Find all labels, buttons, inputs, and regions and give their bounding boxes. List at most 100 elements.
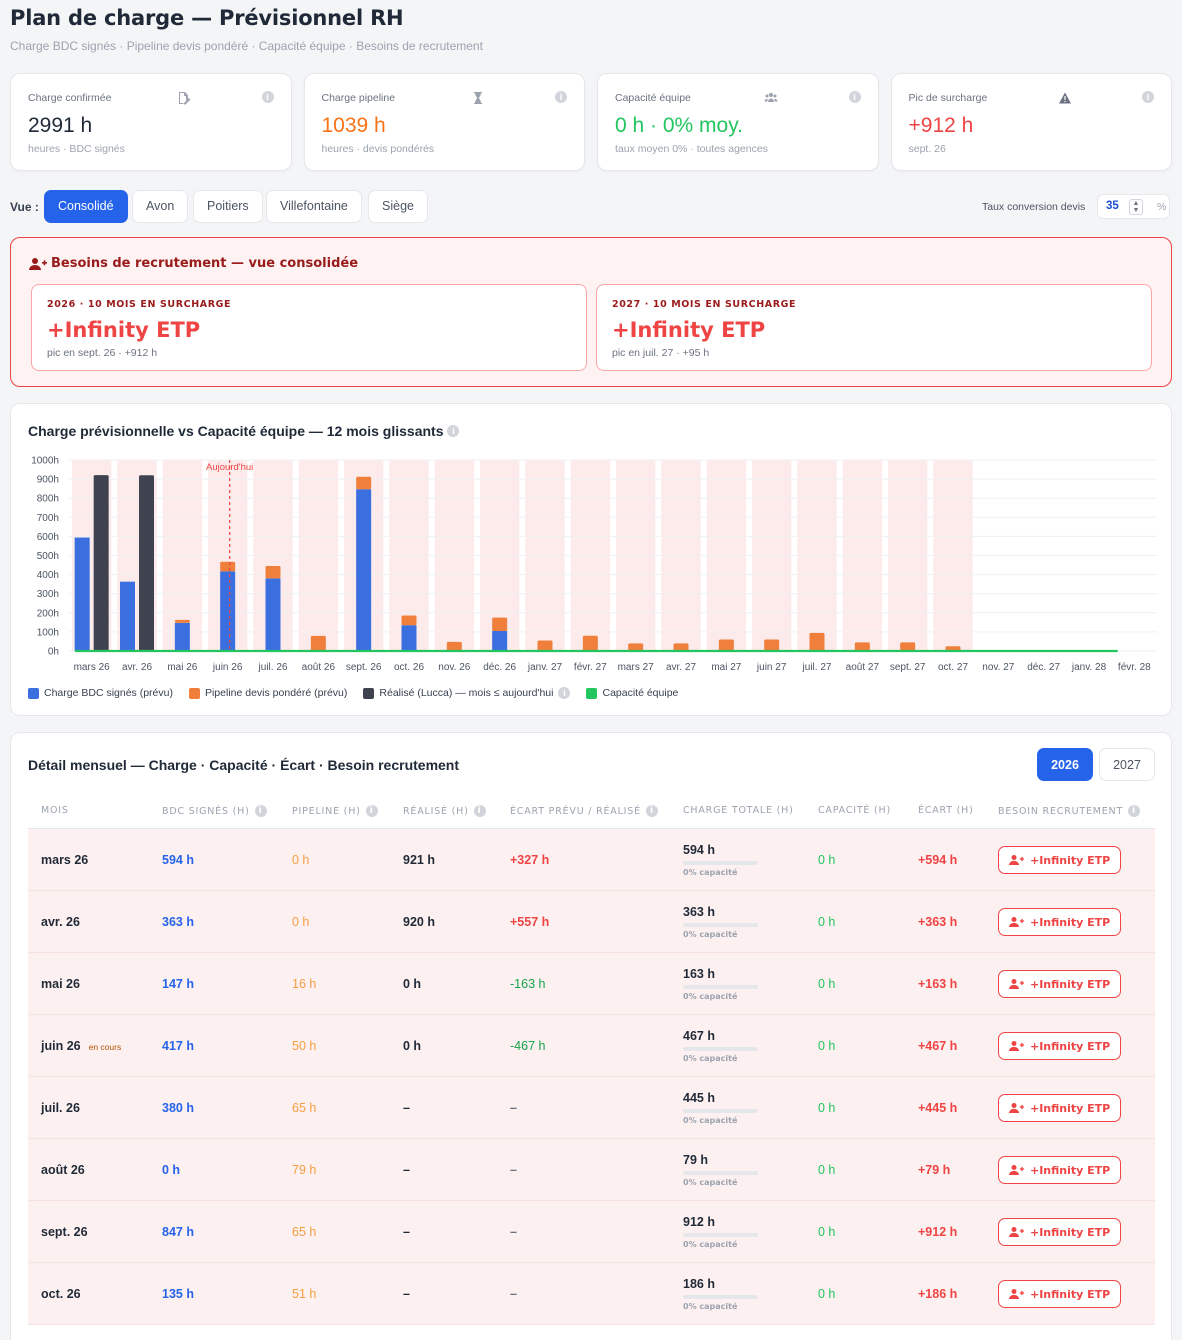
cell-charge-totale: 186 h 0% capacité [683,1277,758,1311]
cell-ecart: +445 h [918,1101,958,1115]
table-row[interactable]: sept. 26 847 h 65 h – – 912 h 0% capacit… [28,1201,1155,1263]
user-plus-icon [1009,1227,1024,1237]
conversion-rate-unit: % [1157,201,1167,213]
kpi-label: Capacité équipe [615,92,691,104]
info-icon[interactable]: i [1128,805,1141,817]
info-icon[interactable]: i [254,805,267,817]
table-row[interactable]: août 26 0 h 79 h – – 79 h 0% capacité 0 … [28,1139,1155,1201]
bar-bdc [265,578,281,651]
view-tab-villefontaine[interactable]: Villefontaine [266,190,362,223]
legend-item[interactable]: Charge BDC signés (prévu) [28,687,173,699]
year-tab-2026[interactable]: 2026 [1037,748,1093,781]
col-header-ecart[interactable]: ÉCART (H) [918,805,974,816]
cell-capacite: 0 h [818,977,836,991]
col-header-label: CAPACITÉ (H) [818,805,892,816]
cell-mois: oct. 26 [41,1287,89,1301]
table-row[interactable]: juin 26 en cours 417 h 50 h 0 h -467 h 46… [28,1015,1155,1077]
y-tick-label: 300h [37,589,59,600]
recruitment-card-sub: pic en sept. 26 · +912 h [47,347,158,359]
legend-label: Capacité équipe [602,687,679,699]
col-header-ecart-prevu[interactable]: ÉCART PRÉVU / RÉALISÉ i [510,805,658,817]
info-icon[interactable]: i [365,805,378,817]
recruit-need-button[interactable]: +Infinity ETP [998,1156,1122,1184]
legend-label: Réalisé (Lucca) — mois ≤ aujourd'hui [379,687,554,699]
kpi-sub: heures · devis pondérés [321,143,435,155]
view-tab-avon[interactable]: Avon [132,190,189,223]
view-tab-consolide[interactable]: Consolidé [44,190,128,223]
col-header-charge-totale[interactable]: CHARGE TOTALE (H) [683,805,794,816]
hourglass-icon [473,92,482,104]
legend-swatch [28,687,39,699]
bar-pipeline [492,617,508,631]
col-header-pipeline[interactable]: PIPELINE (H) i [292,805,378,817]
bar-pipeline [809,632,825,651]
bar-bdc [74,537,90,651]
table-row[interactable]: avr. 26 363 h 0 h 920 h +557 h 363 h 0% … [28,891,1155,953]
legend-item[interactable]: Réalisé (Lucca) — mois ≤ aujourd'hui i [363,687,571,699]
capacity-progress-bar [683,1171,758,1175]
recruitment-title-text: Besoins de recrutement — vue consolidée [51,256,359,271]
table-row[interactable]: oct. 26 135 h 51 h – – 186 h 0% capacité… [28,1263,1155,1325]
col-header-besoin[interactable]: BESOIN RECRUTEMENT i [998,805,1141,817]
year-tab-2027[interactable]: 2027 [1099,748,1155,781]
cell-bdc: 363 h [162,915,194,929]
legend-item[interactable]: Pipeline devis pondéré (prévu) [188,687,347,699]
view-tab-poitiers[interactable]: Poitiers [193,190,263,223]
bar-pipeline [220,561,236,572]
cell-realise: – [403,1225,410,1239]
recruit-need-button[interactable]: +Infinity ETP [998,1280,1122,1308]
table-row[interactable]: mai 26 147 h 16 h 0 h -163 h 163 h 0% ca… [28,953,1155,1015]
info-icon[interactable]: i [558,687,571,699]
info-icon[interactable]: i [848,91,861,103]
kpi-sub: heures · BDC signés [28,143,125,155]
conversion-rate-value[interactable]: 35 [1106,200,1119,212]
recruit-need-button[interactable]: +Infinity ETP [998,1094,1122,1122]
info-icon[interactable]: i [261,91,274,103]
recruit-need-button[interactable]: +Infinity ETP [998,908,1122,936]
capacity-percent: 0% capacité [683,1302,738,1311]
cell-ecart-prevu-realise: – [510,1225,517,1239]
info-icon[interactable]: i [473,805,486,817]
x-tick-label: juil. 27 [802,662,832,673]
legend-item[interactable]: Capacité équipe [586,687,678,699]
col-header-realise[interactable]: RÉALISÉ (H) i [403,805,486,817]
table-header: MOIS BDC SIGNÉS (H) i PIPELINE (H) i RÉALI… [28,791,1155,829]
recruit-need-button[interactable]: +Infinity ETP [998,1032,1122,1060]
x-tick-label: nov. 26 [438,662,470,673]
cell-ecart-prevu-realise: -467 h [510,1039,546,1053]
table-row[interactable]: juil. 26 380 h 65 h – – 445 h 0% capacit… [28,1077,1155,1139]
recruit-need-button[interactable]: +Infinity ETP [998,1218,1122,1246]
month-label: avr. 26 [41,915,80,929]
bar-pipeline [356,476,372,490]
conversion-rate-input[interactable]: 35 ▲ ▼ % [1097,194,1170,219]
stepper-icon[interactable]: ▲ ▼ [1129,199,1143,215]
info-icon[interactable]: i [1142,91,1154,103]
table-row[interactable]: mars 26 594 h 0 h 921 h +327 h 594 h 0% … [28,829,1155,891]
info-icon[interactable]: i [645,805,658,817]
recruitment-panel: Besoins de recrutement — vue consolidée … [10,237,1172,387]
charge-totale-value: 594 h [683,843,715,857]
user-plus-icon [1009,1289,1024,1299]
warning-icon [1058,92,1071,104]
cell-mois: juin 26 en cours [41,1039,121,1053]
capacity-percent: 0% capacité [683,992,738,1001]
legend-swatch [188,687,200,699]
col-header-label: ÉCART (H) [918,805,974,816]
kpi-sub: sept. 26 [908,143,946,155]
col-header-bdc[interactable]: BDC SIGNÉS (H) i [162,805,267,817]
cell-pipeline: 65 h [292,1225,317,1239]
col-header-capacite[interactable]: CAPACITÉ (H) [818,805,891,816]
cell-mois: mai 26 [41,977,88,991]
month-label: mai 26 [41,977,80,991]
cell-mois: mars 26 [41,853,96,867]
recruit-need-button[interactable]: +Infinity ETP [998,846,1122,874]
recruit-need-button[interactable]: +Infinity ETP [998,970,1122,998]
bar-pipeline [401,615,417,626]
view-tab-siege[interactable]: Siège [368,190,428,223]
kpi-value: 0 h · 0% moy. [615,114,743,137]
info-icon[interactable]: i [555,91,567,103]
col-header-mois[interactable]: MOIS [41,805,69,816]
capacity-progress-bar [683,985,758,989]
bar-pipeline [537,640,553,651]
capacity-progress-bar [683,1295,758,1299]
